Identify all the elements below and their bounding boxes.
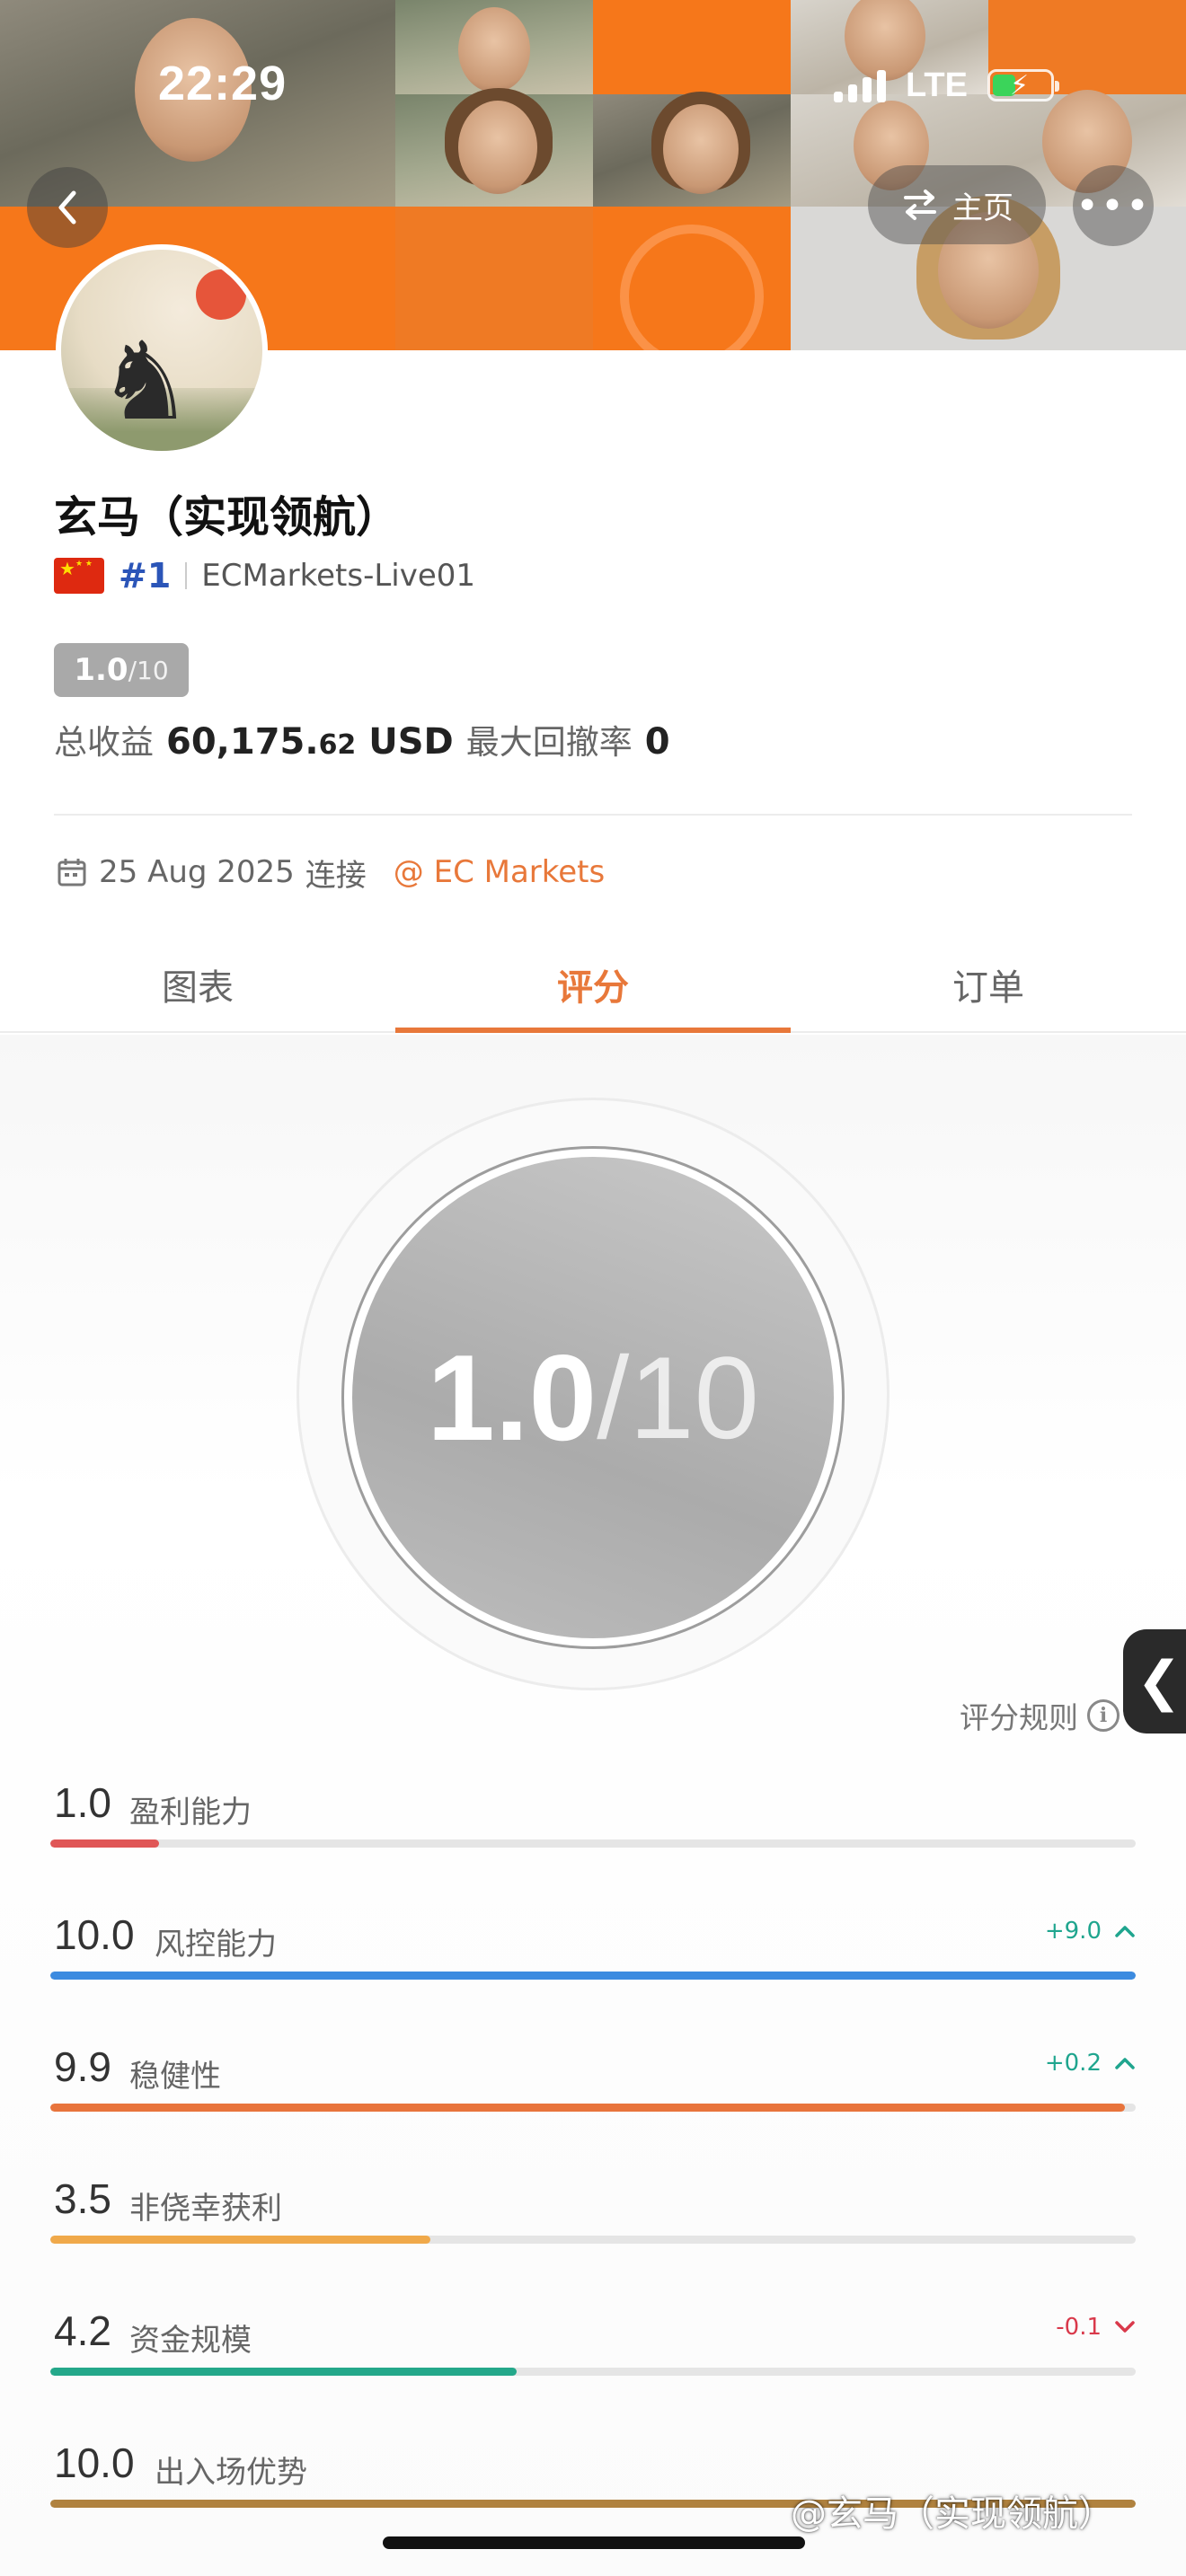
chevron-up-icon bbox=[1115, 1926, 1135, 1937]
profit-value: 60,175.62 USD bbox=[166, 721, 454, 763]
metric-bar bbox=[50, 1839, 159, 1848]
metric-track bbox=[50, 1972, 1136, 1980]
back-button[interactable] bbox=[27, 167, 108, 248]
home-button-label: 主页 bbox=[952, 190, 1013, 226]
metric-bar bbox=[50, 2236, 430, 2244]
broker-link[interactable]: @ EC Markets bbox=[394, 854, 605, 890]
avatar-sun bbox=[196, 269, 246, 320]
banner-tile bbox=[593, 0, 791, 94]
metric-label: 出入场优势 bbox=[155, 2455, 307, 2491]
china-flag-icon bbox=[54, 558, 104, 594]
score-rules-link[interactable]: 评分规则 i bbox=[960, 1694, 1120, 1737]
score-value: 1.0 bbox=[427, 1329, 597, 1466]
more-dots-icon: ••• bbox=[1075, 182, 1151, 229]
tab-bar: 图表 评分 订单 bbox=[0, 938, 1186, 1033]
signal-icon bbox=[834, 68, 886, 102]
score-disc: 1.0/10 bbox=[352, 1157, 834, 1638]
metric-value: 1.0 bbox=[54, 1779, 111, 1826]
tab-score[interactable]: 评分 bbox=[395, 938, 791, 1033]
section-divider bbox=[54, 814, 1132, 816]
home-button[interactable]: 主页 bbox=[868, 165, 1046, 244]
metric-bar bbox=[50, 1972, 1136, 1980]
metric-value: 3.5 bbox=[54, 2175, 111, 2222]
connect-date: 25 Aug 2025 bbox=[99, 854, 295, 890]
banner-face bbox=[458, 101, 537, 194]
metric-label: 稳健性 bbox=[129, 2059, 221, 2095]
metric-delta-value: +9.0 bbox=[1044, 1918, 1102, 1945]
connect-label: 连接 bbox=[305, 857, 367, 894]
metric-bar bbox=[50, 2104, 1125, 2112]
metric-delta: -0.1 bbox=[1056, 2314, 1136, 2341]
metric-row: 1.0 盈利能力 bbox=[50, 1778, 1136, 1886]
metric-track bbox=[50, 2368, 1136, 2376]
tab-orders[interactable]: 订单 bbox=[791, 938, 1186, 1031]
banner-tile bbox=[395, 207, 593, 350]
profit-label: 总收益 bbox=[54, 723, 154, 762]
profit-currency: USD bbox=[368, 721, 454, 763]
more-button[interactable]: ••• bbox=[1073, 165, 1154, 246]
connect-row: 25 Aug 2025 连接 @ EC Markets bbox=[56, 850, 605, 895]
metric-label: 非侥幸获利 bbox=[129, 2191, 282, 2227]
score-denominator: /10 bbox=[597, 1332, 759, 1463]
rank-label: #1 bbox=[119, 556, 172, 595]
meta-separator bbox=[185, 562, 188, 589]
profit-row: 总收益 60,175.62 USD 最大回撤率 0 bbox=[54, 715, 670, 763]
chevron-down-icon bbox=[1115, 2321, 1135, 2333]
metric-delta-value: -0.1 bbox=[1056, 2314, 1102, 2341]
metric-label: 风控能力 bbox=[155, 1927, 277, 1963]
drawdown-value: 0 bbox=[644, 721, 670, 763]
info-icon: i bbox=[1087, 1699, 1120, 1732]
metric-track bbox=[50, 2236, 1136, 2244]
metric-track bbox=[50, 1839, 1136, 1848]
chevron-up-icon bbox=[1115, 2058, 1135, 2069]
metric-row: 9.9 稳健性 +0.2 bbox=[50, 2042, 1136, 2150]
chevron-left-icon: ❮ bbox=[1136, 1650, 1182, 1713]
score-badge: 1.0/10 bbox=[54, 643, 189, 697]
battery-charging-icon: ⚡ bbox=[987, 69, 1059, 101]
metric-value: 4.2 bbox=[54, 2307, 111, 2354]
metric-bar bbox=[50, 2368, 518, 2376]
trader-name: 玄马（实现领航） bbox=[54, 492, 400, 543]
network-label: LTE bbox=[906, 66, 968, 104]
metric-row: 10.0 风控能力 +9.0 bbox=[50, 1910, 1136, 2018]
swap-arrows-icon bbox=[904, 190, 936, 220]
avatar[interactable]: ♞ bbox=[56, 244, 268, 456]
score-badge-denominator: /10 bbox=[128, 655, 169, 685]
profit-decimal: 62 bbox=[318, 729, 357, 761]
metric-delta-value: +0.2 bbox=[1044, 2050, 1102, 2077]
banner-face bbox=[663, 104, 739, 194]
metric-track bbox=[50, 2104, 1136, 2112]
score-badge-value: 1.0 bbox=[74, 652, 128, 688]
watermark: @玄马（实现领航） bbox=[791, 2493, 1114, 2535]
metric-delta: +9.0 bbox=[1045, 1918, 1136, 1945]
tab-chart[interactable]: 图表 bbox=[0, 938, 395, 1031]
banner-face bbox=[458, 7, 530, 93]
trader-meta: #1 ECMarkets-Live01 bbox=[54, 555, 475, 596]
metric-delta: +0.2 bbox=[1045, 2050, 1136, 2077]
account-name: ECMarkets-Live01 bbox=[201, 558, 476, 594]
side-drawer-handle[interactable]: ❮ bbox=[1123, 1629, 1186, 1734]
metric-value: 9.9 bbox=[54, 2043, 111, 2090]
status-icons: LTE ⚡ bbox=[834, 63, 1059, 108]
metric-row: 3.5 非侥幸获利 bbox=[50, 2175, 1136, 2282]
profit-int: 60,175. bbox=[166, 721, 319, 763]
drawdown-label: 最大回撤率 bbox=[465, 723, 633, 762]
chevron-left-icon bbox=[58, 190, 76, 225]
score-rules-label: 评分规则 bbox=[960, 1700, 1078, 1735]
metric-value: 10.0 bbox=[54, 1911, 135, 1958]
metric-row: 4.2 资金规模 -0.1 bbox=[50, 2307, 1136, 2414]
metric-label: 资金规模 bbox=[129, 2323, 252, 2359]
horse-icon: ♞ bbox=[97, 320, 194, 445]
home-indicator bbox=[383, 2536, 805, 2549]
metric-value: 10.0 bbox=[54, 2439, 135, 2486]
status-time: 22:29 bbox=[158, 57, 288, 110]
metric-label: 盈利能力 bbox=[129, 1795, 252, 1831]
calendar-icon bbox=[58, 859, 86, 887]
